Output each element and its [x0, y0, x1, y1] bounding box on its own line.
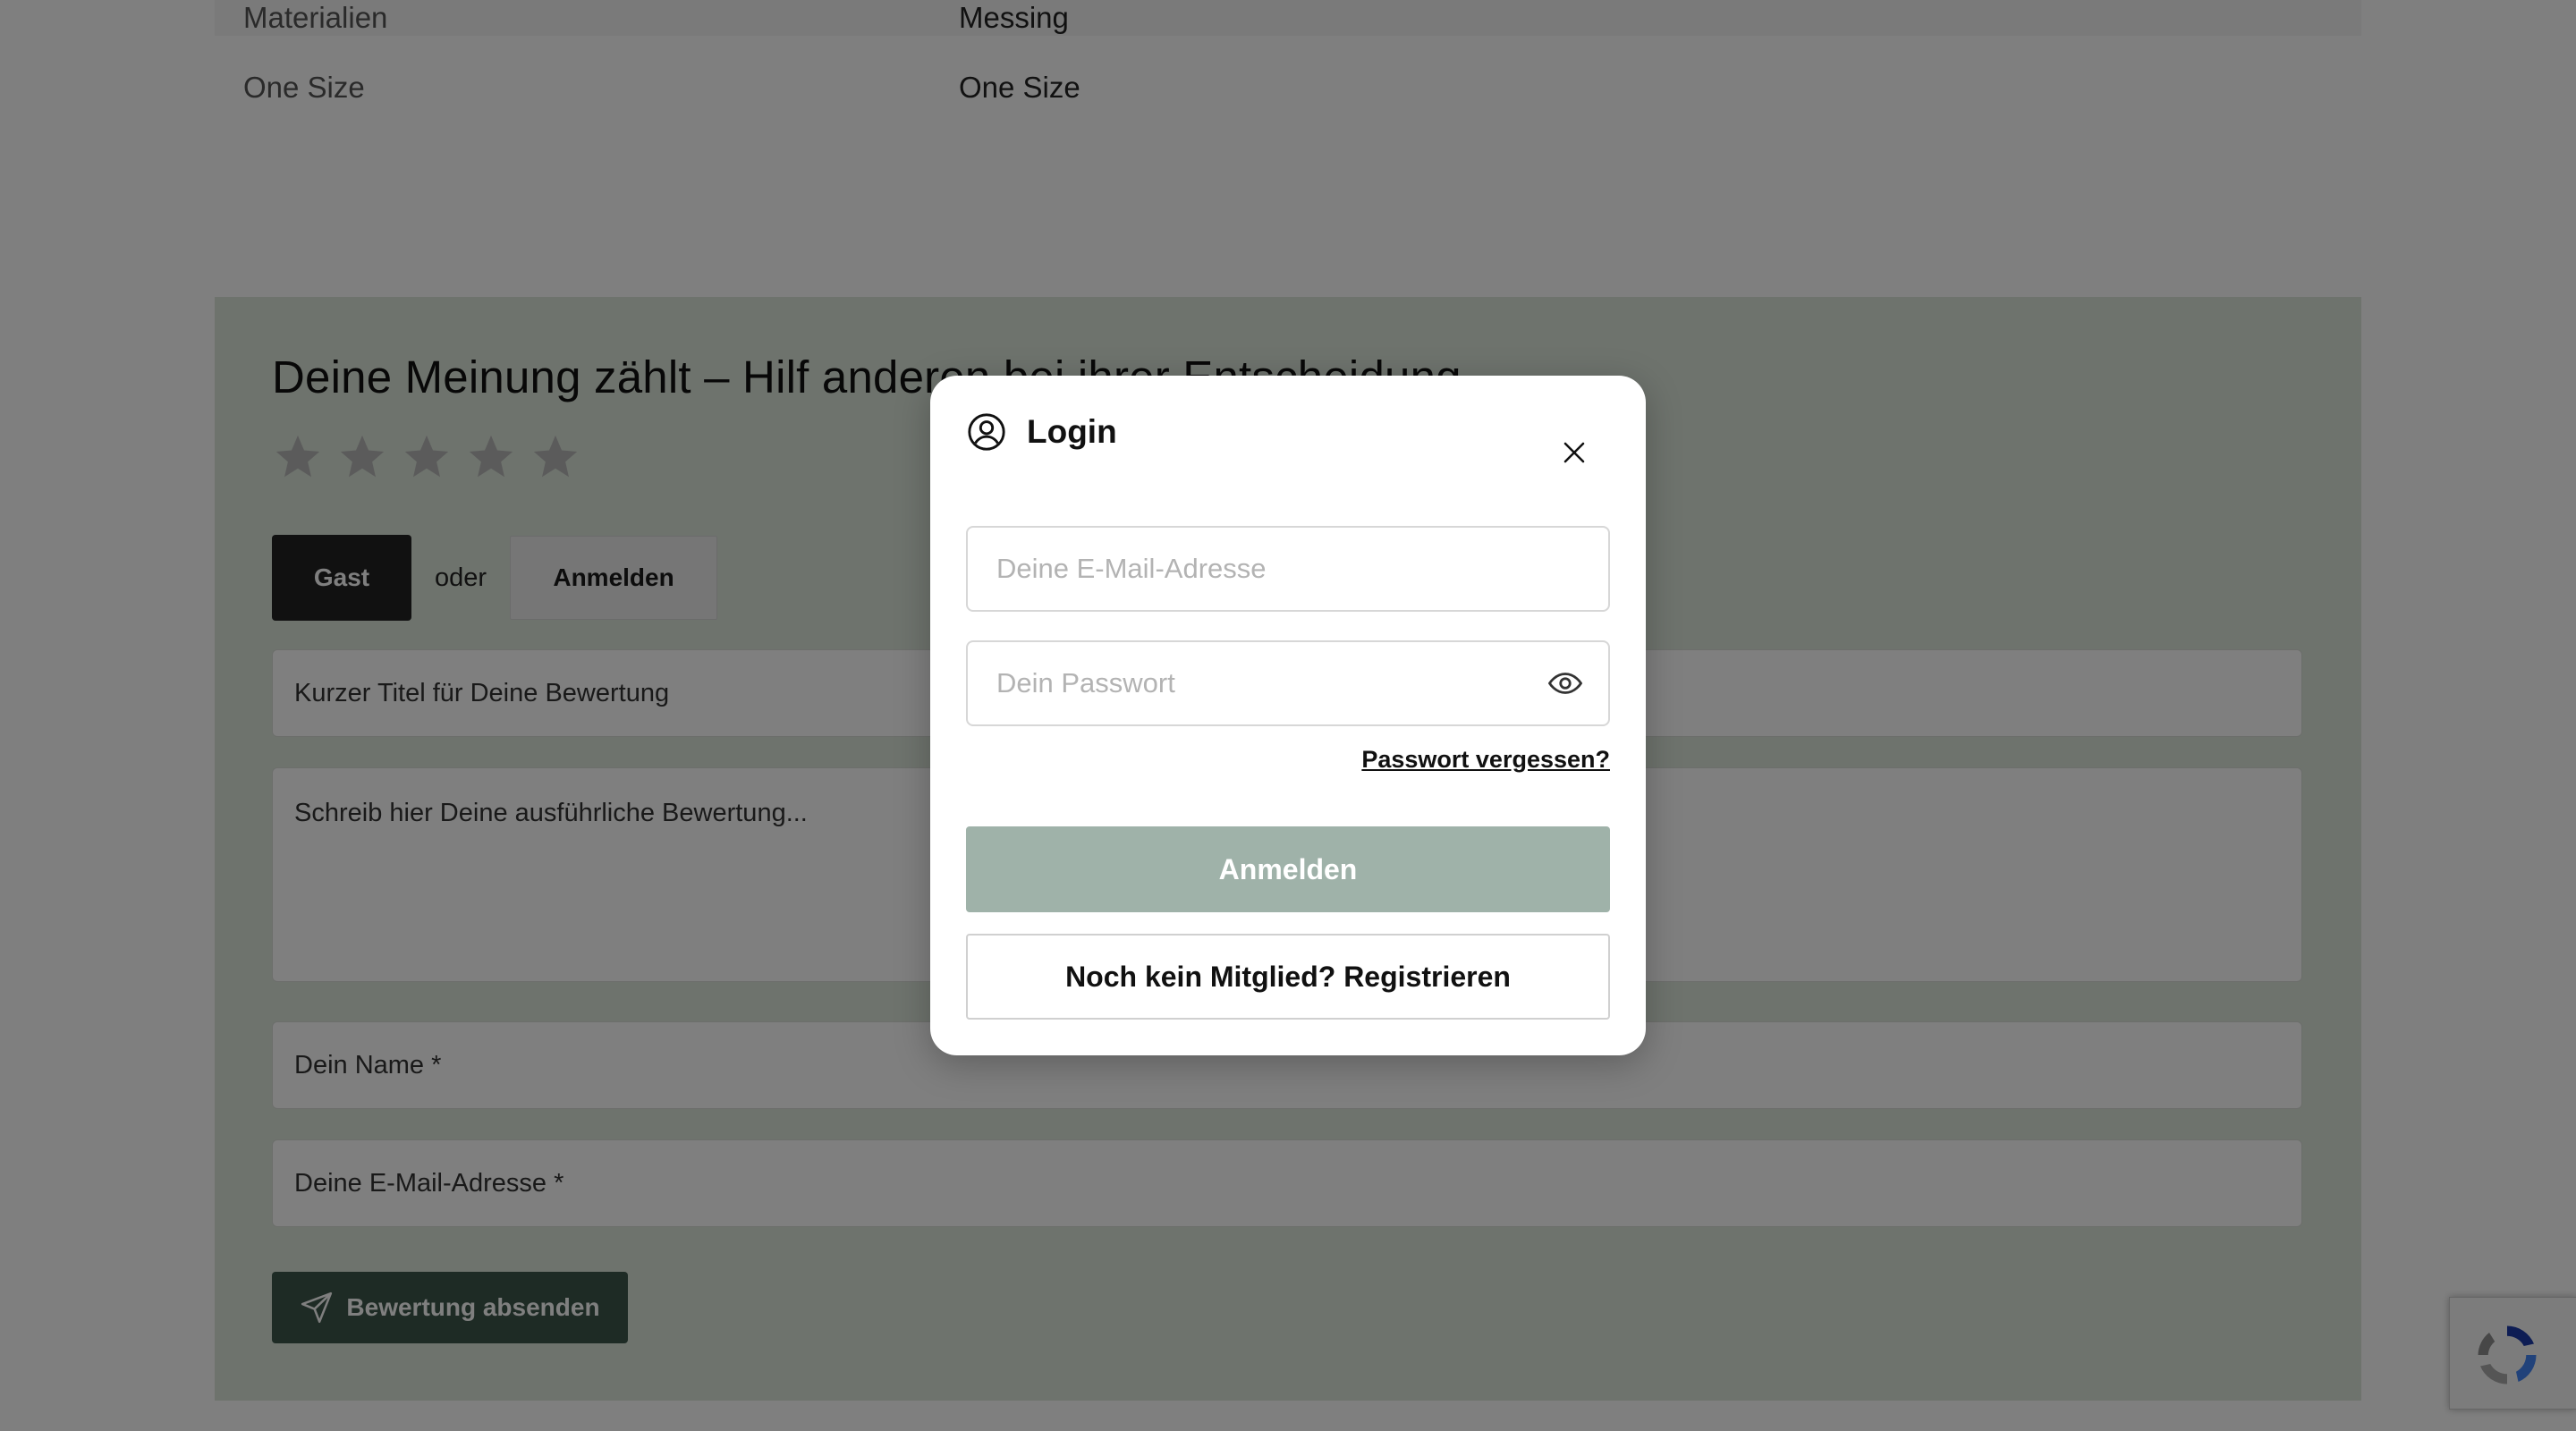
login-password-input[interactable]: [966, 640, 1610, 726]
modal-header: Login: [966, 411, 1117, 453]
login-email-input[interactable]: [966, 526, 1610, 612]
modal-title: Login: [1027, 413, 1117, 450]
close-button[interactable]: [1547, 426, 1601, 479]
register-button[interactable]: Noch kein Mitglied? Registrieren: [966, 934, 1610, 1020]
user-circle-icon: [968, 413, 1005, 451]
product-page: Materialien Messing One Size One Size De…: [0, 0, 2576, 1431]
eye-icon: [1547, 673, 1583, 694]
close-icon: [1563, 442, 1585, 463]
login-submit-button[interactable]: Anmelden: [966, 826, 1610, 912]
password-toggle-button[interactable]: [1540, 658, 1590, 708]
forgot-password-link[interactable]: Passwort vergessen?: [1361, 746, 1610, 774]
login-modal: Login Passwort vergessen? Anmelden Noch …: [930, 376, 1646, 1055]
